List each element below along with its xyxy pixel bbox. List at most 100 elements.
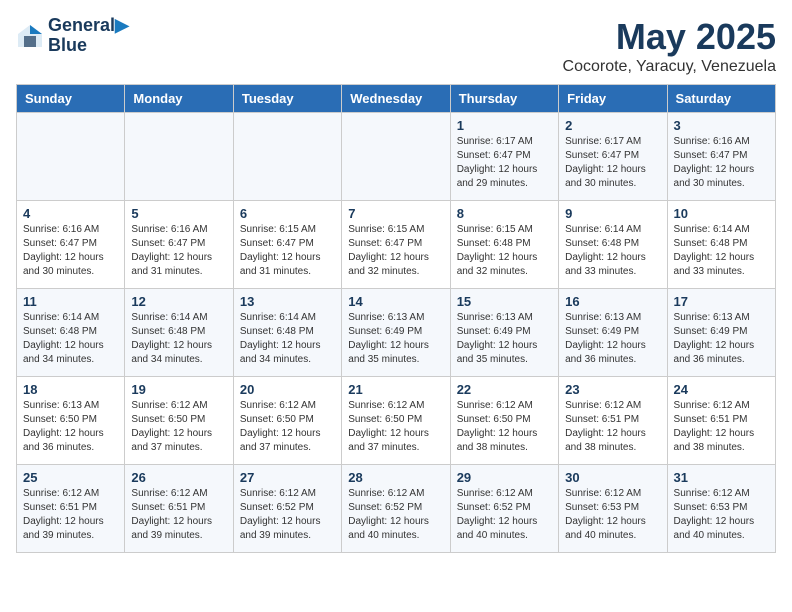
calendar-week-row: 18 Sunrise: 6:13 AM Sunset: 6:50 PM Dayli… xyxy=(17,377,776,465)
logo: General▶ Blue xyxy=(16,16,129,56)
col-header-wednesday: Wednesday xyxy=(342,85,450,113)
day-number: 2 xyxy=(565,118,660,133)
calendar-cell: 1 Sunrise: 6:17 AM Sunset: 6:47 PM Daylig… xyxy=(450,113,558,201)
day-info: Sunrise: 6:12 AM Sunset: 6:51 PM Dayligh… xyxy=(674,399,769,455)
day-number: 23 xyxy=(565,382,660,397)
calendar-cell: 31 Sunrise: 6:12 AM Sunset: 6:53 PM Dayli… xyxy=(667,465,775,553)
day-info: Sunrise: 6:12 AM Sunset: 6:51 PM Dayligh… xyxy=(131,487,226,543)
day-number: 1 xyxy=(457,118,552,133)
day-info: Sunrise: 6:16 AM Sunset: 6:47 PM Dayligh… xyxy=(131,223,226,279)
day-info: Sunrise: 6:12 AM Sunset: 6:50 PM Dayligh… xyxy=(348,399,443,455)
day-number: 18 xyxy=(23,382,118,397)
calendar-cell: 8Sunrise: 6:15 AM Sunset: 6:48 PM Daylig… xyxy=(450,201,558,289)
calendar-cell: 30Sunrise: 6:12 AM Sunset: 6:53 PM Dayli… xyxy=(559,465,667,553)
calendar-cell: 28 Sunrise: 6:12 AM Sunset: 6:52 PM Dayli… xyxy=(342,465,450,553)
day-number: 16 xyxy=(565,294,660,309)
calendar-week-row: 25 Sunrise: 6:12 AM Sunset: 6:51 PM Dayli… xyxy=(17,465,776,553)
day-info: Sunrise: 6:14 AM Sunset: 6:48 PM Dayligh… xyxy=(131,311,226,367)
day-info: Sunrise: 6:12 AM Sunset: 6:50 PM Dayligh… xyxy=(131,399,226,455)
calendar-cell: 11 Sunrise: 6:14 AM Sunset: 6:48 PM Dayli… xyxy=(17,289,125,377)
calendar-table: SundayMondayTuesdayWednesdayThursdayFrid… xyxy=(16,84,776,553)
day-info: Sunrise: 6:12 AM Sunset: 6:52 PM Dayligh… xyxy=(348,487,443,543)
calendar-cell: 3 Sunrise: 6:16 AM Sunset: 6:47 PM Daylig… xyxy=(667,113,775,201)
day-number: 9 xyxy=(565,206,660,221)
calendar-cell: 22 Sunrise: 6:12 AM Sunset: 6:50 PM Dayli… xyxy=(450,377,558,465)
day-number: 12 xyxy=(131,294,226,309)
calendar-cell: 19 Sunrise: 6:12 AM Sunset: 6:50 PM Dayli… xyxy=(125,377,233,465)
day-info: Sunrise: 6:13 AM Sunset: 6:49 PM Dayligh… xyxy=(674,311,769,367)
calendar-cell: 9 Sunrise: 6:14 AM Sunset: 6:48 PM Daylig… xyxy=(559,201,667,289)
day-number: 20 xyxy=(240,382,335,397)
calendar-cell xyxy=(17,113,125,201)
calendar-cell: 29Sunrise: 6:12 AM Sunset: 6:52 PM Dayli… xyxy=(450,465,558,553)
day-number: 31 xyxy=(674,470,769,485)
day-number: 5 xyxy=(131,206,226,221)
day-number: 30 xyxy=(565,470,660,485)
page-header: General▶ Blue May 2025 Cocorote, Yaracuy… xyxy=(16,16,776,76)
logo-text: General▶ Blue xyxy=(48,16,129,56)
day-number: 21 xyxy=(348,382,443,397)
day-info: Sunrise: 6:12 AM Sunset: 6:50 PM Dayligh… xyxy=(457,399,552,455)
day-number: 24 xyxy=(674,382,769,397)
calendar-cell: 4 Sunrise: 6:16 AM Sunset: 6:47 PM Daylig… xyxy=(17,201,125,289)
calendar-cell: 5 Sunrise: 6:16 AM Sunset: 6:47 PM Daylig… xyxy=(125,201,233,289)
day-info: Sunrise: 6:15 AM Sunset: 6:48 PM Dayligh… xyxy=(457,223,552,279)
calendar-week-row: 4 Sunrise: 6:16 AM Sunset: 6:47 PM Daylig… xyxy=(17,201,776,289)
month-year-title: May 2025 xyxy=(563,16,776,58)
day-info: Sunrise: 6:12 AM Sunset: 6:50 PM Dayligh… xyxy=(240,399,335,455)
calendar-cell: 17 Sunrise: 6:13 AM Sunset: 6:49 PM Dayli… xyxy=(667,289,775,377)
logo-icon xyxy=(16,22,44,50)
day-info: Sunrise: 6:16 AM Sunset: 6:47 PM Dayligh… xyxy=(674,135,769,191)
day-number: 14 xyxy=(348,294,443,309)
calendar-cell: 21 Sunrise: 6:12 AM Sunset: 6:50 PM Dayli… xyxy=(342,377,450,465)
day-info: Sunrise: 6:14 AM Sunset: 6:48 PM Dayligh… xyxy=(23,311,118,367)
day-info: Sunrise: 6:15 AM Sunset: 6:47 PM Dayligh… xyxy=(348,223,443,279)
day-number: 17 xyxy=(674,294,769,309)
calendar-week-row: 11 Sunrise: 6:14 AM Sunset: 6:48 PM Dayli… xyxy=(17,289,776,377)
day-number: 11 xyxy=(23,294,118,309)
calendar-cell: 20 Sunrise: 6:12 AM Sunset: 6:50 PM Dayli… xyxy=(233,377,341,465)
day-info: Sunrise: 6:13 AM Sunset: 6:50 PM Dayligh… xyxy=(23,399,118,455)
day-number: 25 xyxy=(23,470,118,485)
day-info: Sunrise: 6:12 AM Sunset: 6:53 PM Dayligh… xyxy=(674,487,769,543)
calendar-cell: 25 Sunrise: 6:12 AM Sunset: 6:51 PM Dayli… xyxy=(17,465,125,553)
col-header-thursday: Thursday xyxy=(450,85,558,113)
day-number: 4 xyxy=(23,206,118,221)
calendar-cell: 6Sunrise: 6:15 AM Sunset: 6:47 PM Daylig… xyxy=(233,201,341,289)
day-info: Sunrise: 6:13 AM Sunset: 6:49 PM Dayligh… xyxy=(565,311,660,367)
col-header-friday: Friday xyxy=(559,85,667,113)
calendar-cell: 14 Sunrise: 6:13 AM Sunset: 6:49 PM Dayli… xyxy=(342,289,450,377)
day-info: Sunrise: 6:13 AM Sunset: 6:49 PM Dayligh… xyxy=(348,311,443,367)
day-number: 22 xyxy=(457,382,552,397)
calendar-header-row: SundayMondayTuesdayWednesdayThursdayFrid… xyxy=(17,85,776,113)
calendar-cell: 24 Sunrise: 6:12 AM Sunset: 6:51 PM Dayli… xyxy=(667,377,775,465)
col-header-monday: Monday xyxy=(125,85,233,113)
calendar-cell: 12 Sunrise: 6:14 AM Sunset: 6:48 PM Dayli… xyxy=(125,289,233,377)
day-info: Sunrise: 6:12 AM Sunset: 6:51 PM Dayligh… xyxy=(23,487,118,543)
calendar-cell xyxy=(233,113,341,201)
location-subtitle: Cocorote, Yaracuy, Venezuela xyxy=(563,58,776,76)
calendar-week-row: 1 Sunrise: 6:17 AM Sunset: 6:47 PM Daylig… xyxy=(17,113,776,201)
day-info: Sunrise: 6:17 AM Sunset: 6:47 PM Dayligh… xyxy=(565,135,660,191)
day-number: 13 xyxy=(240,294,335,309)
day-number: 15 xyxy=(457,294,552,309)
day-number: 3 xyxy=(674,118,769,133)
col-header-saturday: Saturday xyxy=(667,85,775,113)
day-info: Sunrise: 6:16 AM Sunset: 6:47 PM Dayligh… xyxy=(23,223,118,279)
day-info: Sunrise: 6:12 AM Sunset: 6:51 PM Dayligh… xyxy=(565,399,660,455)
calendar-cell: 23 Sunrise: 6:12 AM Sunset: 6:51 PM Dayli… xyxy=(559,377,667,465)
day-info: Sunrise: 6:14 AM Sunset: 6:48 PM Dayligh… xyxy=(565,223,660,279)
day-info: Sunrise: 6:14 AM Sunset: 6:48 PM Dayligh… xyxy=(674,223,769,279)
calendar-cell xyxy=(125,113,233,201)
calendar-cell: 10Sunrise: 6:14 AM Sunset: 6:48 PM Dayli… xyxy=(667,201,775,289)
calendar-cell: 13Sunrise: 6:14 AM Sunset: 6:48 PM Dayli… xyxy=(233,289,341,377)
day-number: 29 xyxy=(457,470,552,485)
calendar-cell: 2 Sunrise: 6:17 AM Sunset: 6:47 PM Daylig… xyxy=(559,113,667,201)
calendar-cell xyxy=(342,113,450,201)
day-number: 19 xyxy=(131,382,226,397)
calendar-cell: 16 Sunrise: 6:13 AM Sunset: 6:49 PM Dayli… xyxy=(559,289,667,377)
calendar-cell: 18 Sunrise: 6:13 AM Sunset: 6:50 PM Dayli… xyxy=(17,377,125,465)
day-number: 28 xyxy=(348,470,443,485)
day-info: Sunrise: 6:17 AM Sunset: 6:47 PM Dayligh… xyxy=(457,135,552,191)
day-info: Sunrise: 6:12 AM Sunset: 6:52 PM Dayligh… xyxy=(240,487,335,543)
